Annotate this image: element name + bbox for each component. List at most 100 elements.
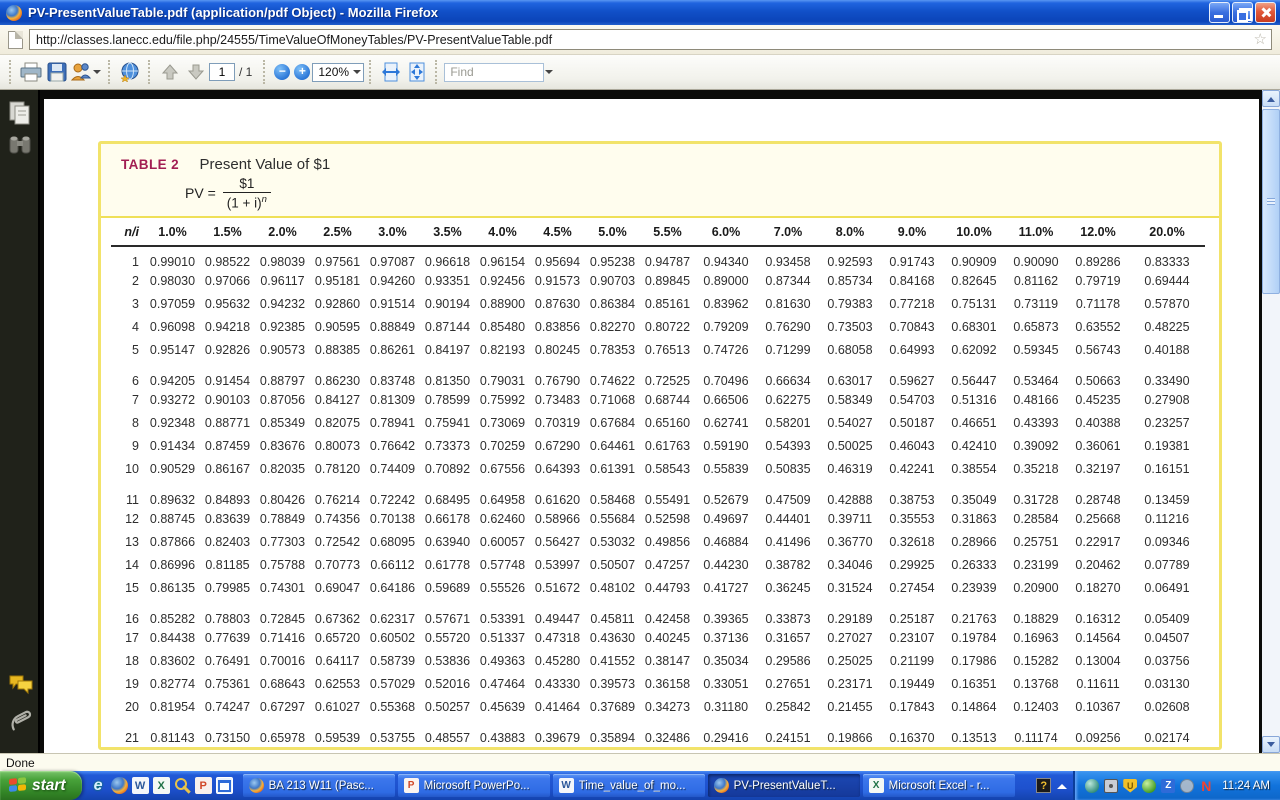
find-dropdown-caret[interactable]	[545, 70, 553, 78]
taskbar-button[interactable]: Time_value_of_mo...	[553, 774, 705, 797]
pv-cell: 0.18270	[1067, 576, 1129, 599]
pv-cell: 0.44793	[640, 576, 695, 599]
next-page-button[interactable]	[183, 58, 209, 86]
word-icon[interactable]	[132, 777, 149, 794]
speech-bubbles-icon[interactable]	[8, 673, 34, 695]
orb-icon[interactable]	[1142, 779, 1156, 793]
restore-button[interactable]	[1232, 2, 1253, 23]
pv-cell: 0.95147	[145, 338, 200, 361]
pv-cell: 0.50187	[881, 411, 943, 434]
pv-cell: 0.84168	[881, 269, 943, 292]
fit-page-button[interactable]	[404, 58, 430, 86]
tray-chevron-icon[interactable]	[1057, 779, 1067, 789]
pv-cell: 0.73503	[819, 315, 881, 338]
zoom-dropdown-caret[interactable]	[353, 70, 361, 78]
binoculars-icon[interactable]	[8, 134, 32, 156]
pv-cell: 0.52598	[640, 507, 695, 530]
pv-cell: 0.64958	[475, 480, 530, 507]
pv-cell: 0.59689	[420, 576, 475, 599]
pv-table-row: 240.787570.699540.621720.552880.491930.4…	[111, 745, 1205, 750]
toolbar-grip	[435, 60, 439, 84]
print-button[interactable]	[18, 58, 44, 86]
taskbar-button[interactable]: Microsoft Excel - r...	[863, 774, 1015, 797]
pv-cell: 0.44401	[757, 507, 819, 530]
email-button[interactable]	[70, 58, 103, 86]
pv-cell: 0.62553	[310, 672, 365, 695]
zoom-in-icon[interactable]: +	[294, 64, 310, 80]
scroll-up-button[interactable]	[1262, 90, 1280, 107]
pv-cell: 0.90703	[585, 269, 640, 292]
pv-cell: 0.42410	[943, 434, 1005, 457]
pv-column-header: 3.0%	[365, 218, 420, 246]
pv-cell: 0.78757	[145, 745, 200, 750]
pages-icon[interactable]	[8, 100, 32, 126]
z-icon[interactable]	[1161, 779, 1175, 793]
start-button[interactable]: start	[0, 771, 82, 800]
excel-icon[interactable]	[153, 777, 170, 794]
pv-cell: 0.59190	[695, 434, 757, 457]
fit-width-button[interactable]	[378, 58, 404, 86]
window-title: PV-PresentValueTable.pdf (application/pd…	[28, 5, 1209, 20]
zoom-level-field[interactable]: 120%	[312, 63, 364, 82]
pv-cell: 0.94787	[640, 246, 695, 269]
lock-icon[interactable]	[1104, 779, 1118, 793]
key-icon[interactable]	[174, 777, 191, 794]
pv-cell: 0.40388	[1067, 411, 1129, 434]
pv-cell: 0.40188	[1129, 338, 1205, 361]
table-title: Present Value of $1	[200, 156, 331, 173]
ie-icon[interactable]	[90, 777, 107, 794]
taskbar-button[interactable]: BA 213 W11 (Pasc...	[243, 774, 395, 797]
window-icon[interactable]	[216, 777, 233, 794]
pv-cell: 0.16151	[1129, 457, 1205, 480]
window-controls	[1209, 2, 1276, 23]
previous-page-button[interactable]	[157, 58, 183, 86]
pv-cell: 0.97059	[145, 292, 200, 315]
close-button[interactable]	[1255, 2, 1276, 23]
scroll-down-button[interactable]	[1262, 736, 1280, 753]
pv-cell: 0.12403	[1005, 695, 1067, 718]
email-dropdown-caret[interactable]	[93, 70, 101, 78]
pv-row-label: 6	[111, 361, 145, 388]
page-number-input[interactable]	[209, 63, 235, 81]
pv-cell: 0.18829	[1005, 599, 1067, 626]
zoom-out-icon[interactable]: −	[274, 64, 290, 80]
pv-column-header: 1.5%	[200, 218, 255, 246]
vertical-scrollbar[interactable]	[1262, 90, 1280, 753]
pv-cell: 0.27908	[1129, 388, 1205, 411]
pv-cell: 0.51672	[530, 576, 585, 599]
clock-icon[interactable]	[1180, 779, 1194, 793]
pv-cell: 0.75992	[475, 388, 530, 411]
firefox-icon[interactable]	[111, 777, 128, 794]
save-button[interactable]	[44, 58, 70, 86]
pv-cell: 0.61620	[530, 480, 585, 507]
pv-column-header: 3.5%	[420, 218, 475, 246]
pv-cell: 0.64186	[365, 576, 420, 599]
minimize-button[interactable]	[1209, 2, 1230, 23]
powerpoint-icon[interactable]	[195, 777, 212, 794]
pv-row-label: 10	[111, 457, 145, 480]
taskbar-button[interactable]: Microsoft PowerPo...	[398, 774, 550, 797]
pv-cell: 0.91573	[530, 269, 585, 292]
scrollbar-thumb[interactable]	[1262, 109, 1280, 294]
pv-cell: 0.78941	[365, 411, 420, 434]
paperclip-icon[interactable]	[8, 709, 32, 737]
pv-cell: 0.34046	[819, 553, 881, 576]
pv-cell: 0.86261	[365, 338, 420, 361]
bookmark-star-icon[interactable]: ☆	[1254, 32, 1267, 47]
globe-icon[interactable]	[1085, 779, 1099, 793]
pv-cell: 0.55684	[585, 507, 640, 530]
pv-table-row: 180.836020.764910.700160.641170.587390.5…	[111, 649, 1205, 672]
pv-cell: 0.68301	[943, 315, 1005, 338]
pv-cell: 0.80073	[310, 434, 365, 457]
help-tray-icon[interactable]: ?	[1036, 778, 1051, 793]
pv-cell: 0.95181	[310, 269, 365, 292]
taskbar-button[interactable]: PV-PresentValueT...	[708, 774, 860, 797]
find-input[interactable]	[444, 63, 544, 82]
url-field[interactable]: http://classes.lanecc.edu/file.php/24555…	[29, 29, 1272, 50]
pv-cell: 0.73483	[530, 388, 585, 411]
upload-button[interactable]	[117, 58, 143, 86]
pv-cell: 0.81350	[420, 361, 475, 388]
shield-icon[interactable]	[1123, 779, 1137, 793]
n-icon[interactable]	[1199, 779, 1213, 793]
pv-cell: 0.45811	[585, 599, 640, 626]
